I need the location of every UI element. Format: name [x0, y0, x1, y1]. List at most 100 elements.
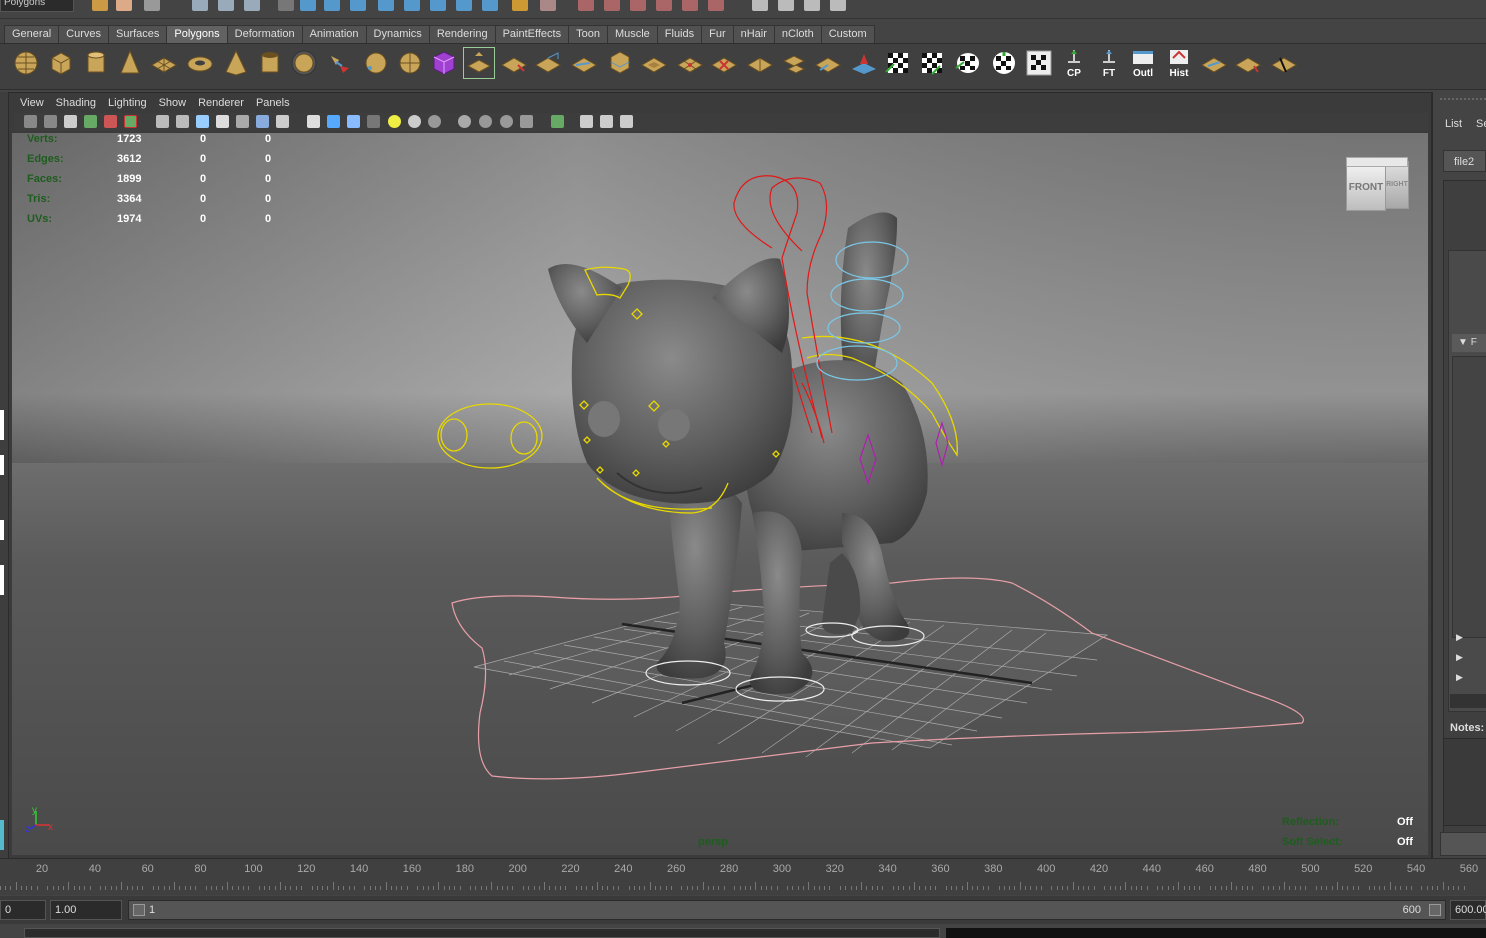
shelf-tab-curves[interactable]: Curves: [58, 25, 109, 43]
snap-grid-icon[interactable]: [300, 0, 316, 11]
flat-shade-icon[interactable]: [196, 115, 209, 128]
xray-active-icon[interactable]: [600, 115, 613, 128]
isolate-wire-icon[interactable]: [307, 115, 320, 128]
paint-icon[interactable]: [708, 0, 724, 11]
history-shelf-button[interactable]: Hist: [1164, 48, 1194, 80]
shelf-tab-fur[interactable]: Fur: [701, 25, 734, 43]
start-time-field[interactable]: 0: [0, 900, 46, 920]
shelf-tab-painteffects[interactable]: PaintEffects: [494, 25, 570, 43]
depth-of-field-icon[interactable]: [520, 115, 533, 128]
node-name-field[interactable]: file2: [1443, 150, 1486, 172]
bookmarks-icon[interactable]: [64, 115, 77, 128]
poly-smooth-icon[interactable]: [396, 48, 424, 78]
open-scene-icon[interactable]: [116, 0, 132, 11]
ipr-render-icon[interactable]: [540, 0, 556, 11]
view-cube-right[interactable]: RIGHT: [1385, 161, 1409, 209]
sphere-render-icon[interactable]: [656, 0, 672, 11]
bounding-box-icon[interactable]: [216, 115, 229, 128]
cp-shelf-button[interactable]: CP: [1059, 48, 1089, 80]
snap-curve-icon[interactable]: [324, 0, 340, 11]
texture-icon[interactable]: [236, 115, 249, 128]
horizontal-scrollbar[interactable]: [1450, 694, 1486, 708]
film-gate-icon[interactable]: [124, 115, 137, 128]
poly-material-cube-icon[interactable]: [430, 48, 458, 78]
menu-shading[interactable]: Shading: [50, 95, 102, 111]
all-lights-icon[interactable]: [408, 115, 421, 128]
extrude-icon[interactable]: [465, 48, 493, 78]
hypershade-icon[interactable]: [604, 0, 620, 11]
cut-uv-edges-icon[interactable]: [1270, 48, 1298, 78]
lock-selection-icon[interactable]: [278, 0, 294, 11]
command-input[interactable]: [24, 928, 940, 938]
camera-attributes-icon[interactable]: [44, 115, 57, 128]
snap-point-icon[interactable]: [350, 0, 366, 11]
shelf-tab-fluids[interactable]: Fluids: [656, 25, 703, 43]
menu-show[interactable]: Show: [153, 95, 193, 111]
render-settings-icon[interactable]: [578, 0, 594, 11]
list-menu[interactable]: List: [1445, 118, 1462, 130]
shelf-tab-muscle[interactable]: Muscle: [606, 25, 658, 43]
poly-soccer-ball-icon[interactable]: [290, 48, 318, 78]
planar-map-icon[interactable]: [918, 48, 946, 78]
construction-history-icon[interactable]: [482, 0, 498, 11]
render-view-icon[interactable]: [630, 0, 646, 11]
layout-uvs-icon[interactable]: [1234, 48, 1262, 78]
menu-view[interactable]: View: [14, 95, 50, 111]
shelf-tab-polygons[interactable]: Polygons: [166, 25, 228, 43]
smooth-shade-icon[interactable]: [176, 115, 189, 128]
uv-checker-icon[interactable]: [884, 48, 912, 78]
shelf-tab-dynamics[interactable]: Dynamics: [365, 25, 430, 43]
input-ops-icon[interactable]: [430, 0, 446, 11]
shelf-tab-surfaces[interactable]: Surfaces: [107, 25, 168, 43]
select-button[interactable]: [1440, 832, 1486, 856]
select-hierarchy-icon[interactable]: [192, 0, 208, 11]
sculpt-geometry-icon[interactable]: [850, 48, 878, 78]
shaded-icon[interactable]: [327, 115, 340, 128]
outliner-shelf-button[interactable]: Outl: [1128, 48, 1158, 80]
ft-shelf-button[interactable]: FT: [1094, 48, 1124, 80]
shelf-tab-deformation[interactable]: Deformation: [226, 25, 303, 43]
poly-cone-icon[interactable]: [116, 48, 144, 78]
merge-vertices-icon[interactable]: [814, 48, 842, 78]
output-ops-icon[interactable]: [456, 0, 472, 11]
view-cube-front[interactable]: FRONT: [1346, 165, 1386, 211]
poly-combine-icon[interactable]: [326, 48, 354, 78]
lights-icon[interactable]: [256, 115, 269, 128]
menu-renderer[interactable]: Renderer: [192, 95, 250, 111]
no-lights-icon[interactable]: [428, 115, 441, 128]
grid-toggle-icon[interactable]: [104, 115, 117, 128]
shelf-tab-rendering[interactable]: Rendering: [428, 25, 496, 43]
snap-view-plane-icon[interactable]: [378, 0, 394, 11]
poly-torus-icon[interactable]: [186, 48, 214, 78]
automatic-map-icon[interactable]: [1025, 48, 1053, 78]
bridge-icon[interactable]: [500, 48, 528, 78]
select-component-icon[interactable]: [244, 0, 260, 11]
hud-toggle-icon[interactable]: [620, 115, 633, 128]
make-live-icon[interactable]: [404, 0, 420, 11]
mode-selector-dropdown[interactable]: Polygons: [0, 0, 74, 12]
save-scene-icon[interactable]: [144, 0, 160, 11]
section-header[interactable]: ▼ F: [1452, 334, 1486, 352]
expand-arrow-icon[interactable]: ▶: [1456, 652, 1463, 663]
end-time-field[interactable]: 600.00: [1450, 900, 1486, 920]
view-cube[interactable]: FRONT RIGHT: [1342, 157, 1412, 219]
default-light-icon[interactable]: [388, 115, 401, 128]
layer-editor-icon[interactable]: [830, 0, 846, 11]
select-camera-icon[interactable]: [24, 115, 37, 128]
extract-icon[interactable]: [780, 48, 808, 78]
attribute-editor-icon[interactable]: [752, 0, 768, 11]
motion-blur-icon[interactable]: [479, 115, 492, 128]
shelf-tab-toon[interactable]: Toon: [568, 25, 608, 43]
xray-icon[interactable]: [367, 115, 380, 128]
shelf-tab-general[interactable]: General: [4, 25, 60, 43]
offset-edge-loop-icon[interactable]: [640, 48, 668, 78]
poly-plane-icon[interactable]: [150, 48, 178, 78]
poke-face-icon[interactable]: [676, 48, 704, 78]
uv-editor-icon[interactable]: [682, 0, 698, 11]
expand-arrow-icon[interactable]: ▶: [1456, 672, 1463, 683]
spherical-map-icon[interactable]: [990, 48, 1018, 78]
selected-menu[interactable]: Se: [1476, 118, 1486, 130]
wire-on-shaded-icon[interactable]: [347, 115, 360, 128]
viewport-persp[interactable]: y x z FRONT RIGHT: [12, 133, 1428, 855]
ambient-occlusion-icon[interactable]: [458, 115, 471, 128]
